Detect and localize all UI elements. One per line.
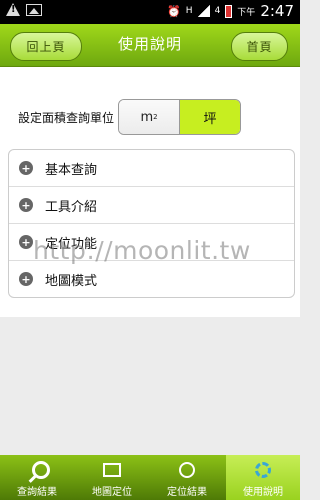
tab-instructions[interactable]: 使用說明 [226,455,300,500]
unit-option-ping[interactable]: 坪 [179,100,241,134]
signal-strength: 4 [214,6,221,16]
list-item-label: 工具介紹 [45,199,98,215]
ampm-label: 下午 [237,7,256,18]
home-button[interactable]: 首頁 [231,32,288,61]
gear-icon [252,459,274,481]
tab-label: 使用說明 [243,487,283,498]
unit-m-superscript: 2 [153,113,158,121]
unit-m-label: m [140,109,154,125]
plus-icon: + [19,198,33,212]
list-item[interactable]: + 工具介紹 [9,187,294,224]
help-topic-list: + 基本查詢 + 工具介紹 + 定位功能 + 地圖模式 [8,149,295,298]
plus-icon: + [19,161,33,175]
search-icon [26,459,50,481]
area-unit-setting: 設定面積查詢單位 m2 坪 [18,99,242,135]
plus-icon: + [19,235,33,249]
battery-icon [225,4,233,18]
bottom-tab-bar: 查詢結果 地圖定位 定位結果 使用說明 [0,455,300,500]
tab-search-results[interactable]: 查詢結果 [0,455,74,500]
list-item[interactable]: + 地圖模式 [9,261,294,297]
globe-icon [176,459,198,481]
tab-locate-results[interactable]: 定位結果 [150,455,224,500]
tab-map-locate[interactable]: 地圖定位 [75,455,149,500]
status-bar: ⏰ H 4 下午 2:47 [0,0,300,24]
app-header: 回上頁 使用說明 首頁 [0,24,300,67]
list-item-label: 基本查詢 [45,162,98,178]
list-item[interactable]: + 基本查詢 [9,150,294,187]
watermark: http://moonlit.tw [33,236,251,265]
tab-label: 地圖定位 [92,487,132,498]
area-unit-label: 設定面積查詢單位 [18,110,115,125]
area-unit-toggle: m2 坪 [118,99,242,135]
clock-time: 2:47 [260,2,294,20]
tab-label: 查詢結果 [17,487,57,498]
list-item-label: 地圖模式 [45,273,98,289]
image-icon [26,3,42,16]
map-icon [101,459,123,481]
warning-icon [6,3,20,16]
plus-icon: + [19,272,33,286]
alarm-icon: ⏰ [167,4,181,18]
tab-label: 定位結果 [167,487,207,498]
network-type: H [185,6,193,16]
signal-icon [197,5,210,17]
unit-option-square-meter[interactable]: m2 [119,100,180,134]
